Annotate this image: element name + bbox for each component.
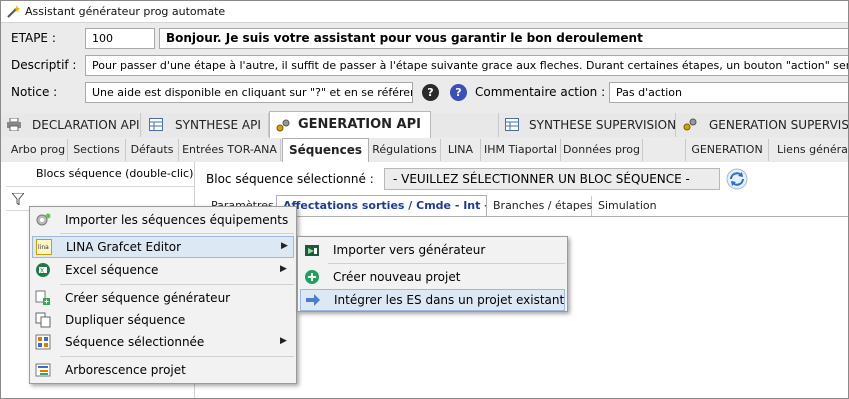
menu-item-excel-sequence[interactable]: X Excel séquence ▶	[32, 259, 294, 281]
menu-separator	[60, 284, 294, 285]
arrow-right-icon	[306, 294, 320, 306]
excel-icon: X	[36, 263, 50, 277]
subtab-ihm-tiaportal[interactable]: IHM Tiaportal	[481, 139, 561, 161]
menu-item-dupliquer-sequence[interactable]: Dupliquer séquence	[32, 309, 294, 331]
inner-tab-branches-etapes[interactable]: Branches / étapes	[487, 196, 592, 216]
submenu-arrow-icon: ▶	[280, 264, 287, 274]
plus-circle-icon	[305, 270, 319, 284]
notice-field: Une aide est disponible en cliquant sur …	[85, 82, 413, 103]
title-bar: Assistant générateur prog automate	[1, 1, 848, 23]
tab-declaration-api[interactable]: DECLARATION API	[1, 113, 141, 137]
svg-text:lina: lina	[38, 244, 49, 251]
subtab-entrees-tor-ana[interactable]: Entrées TOR-ANA	[179, 139, 281, 161]
menu-item-importer-sequences[interactable]: Importer les séquences équipements	[32, 209, 294, 231]
subtab-defauts[interactable]: Défauts	[126, 139, 179, 161]
filter-icon[interactable]	[12, 193, 24, 205]
create-sequence-icon	[35, 290, 50, 305]
menu-item-creer-sequence[interactable]: Créer séquence générateur	[32, 287, 294, 309]
tree-icon	[35, 363, 51, 377]
tab-generation-supervision[interactable]: GENERATION SUPERVISIO	[677, 113, 849, 137]
svg-text:X: X	[40, 268, 44, 275]
submenu-arrow-icon: ▶	[280, 336, 287, 346]
subtab-liens-generation[interactable]: Liens générati	[769, 139, 848, 161]
submenu-item-creer-nouveau-projet[interactable]: Créer nouveau projet	[300, 266, 565, 288]
subtab-lina[interactable]: LINA	[441, 139, 481, 161]
etape-number-field[interactable]: 100	[85, 28, 155, 49]
menu-item-arborescence-projet[interactable]: Arborescence projet	[32, 359, 294, 381]
selected-sequence-icon	[35, 334, 51, 350]
duplicate-icon	[35, 312, 51, 328]
etape-message-field: Bonjour. Je suis votre assistant pour vo…	[159, 28, 848, 49]
gears-icon	[276, 119, 290, 132]
lina-submenu: Importer vers générateur Créer nouveau p…	[297, 236, 568, 312]
menu-separator	[328, 263, 565, 264]
table-icon	[505, 118, 519, 131]
printer-icon	[7, 118, 21, 131]
subtab-generation[interactable]: GENERATION	[685, 139, 769, 161]
help-dark-icon[interactable]: ?	[422, 84, 439, 101]
notice-label: Notice :	[11, 85, 58, 99]
inner-tab-simulation[interactable]: Simulation	[592, 196, 662, 216]
subtab-sequences[interactable]: Séquences	[282, 138, 369, 163]
inner-tab-affectations[interactable]: Affectations sorties / Cmde - Int - ...	[276, 195, 487, 217]
commentaire-label: Commentaire action :	[475, 85, 606, 99]
submenu-arrow-icon: ▶	[281, 241, 288, 251]
subtab-regulations[interactable]: Régulations	[369, 139, 441, 161]
help-blue-icon[interactable]: ?	[450, 84, 467, 101]
tab-label: GENERATION API	[298, 117, 421, 132]
menu-item-lina-grafcet-editor[interactable]: lina LINA Grafcet Editor ▶	[32, 236, 294, 258]
tab-generation-api[interactable]: GENERATION API	[269, 111, 431, 138]
subtab-arbo-prog[interactable]: Arbo prog	[9, 139, 68, 161]
tab-synthese-supervision[interactable]: SYNTHESE SUPERVISION	[498, 113, 676, 137]
import-icon	[305, 245, 319, 256]
menu-item-sequence-selectionnee[interactable]: Séquence sélectionnée ▶	[32, 331, 294, 353]
table-icon	[149, 118, 163, 131]
lina-icon: lina	[36, 239, 52, 255]
tab-label: SYNTHESE API	[175, 118, 261, 132]
context-menu: Importer les séquences équipements lina …	[29, 206, 297, 384]
refresh-icon[interactable]	[726, 168, 748, 190]
commentaire-field: Pas d'action	[609, 82, 848, 103]
subtab-donnees-prog[interactable]: Données prog	[561, 139, 643, 161]
tab-label: DECLARATION API	[32, 118, 140, 132]
bloc-sequence-label: Bloc séquence sélectionné :	[206, 172, 374, 186]
gears-icon	[683, 118, 697, 131]
bloc-sequence-selector[interactable]: - VEUILLEZ SÉLECTIONNER UN BLOC SÉQUENCE…	[384, 168, 720, 190]
window-title: Assistant générateur prog automate	[25, 5, 226, 18]
etape-label: ETAPE :	[11, 31, 56, 45]
menu-separator	[60, 356, 294, 357]
sequence-blocks-header: Blocs séquence (double-clic)	[36, 167, 194, 180]
descriptif-label: Descriptif :	[11, 58, 77, 72]
submenu-item-integrer-es[interactable]: Intégrer les ES dans un projet existant	[300, 289, 565, 311]
app-window: Assistant générateur prog automate ETAPE…	[0, 0, 849, 399]
tab-label: GENERATION SUPERVISIO	[709, 118, 849, 132]
gear-icon	[36, 213, 51, 226]
tab-synthese-api[interactable]: SYNTHESE API	[141, 113, 269, 137]
header-divider	[6, 186, 194, 187]
submenu-item-importer-generateur[interactable]: Importer vers générateur	[300, 239, 565, 261]
tab-label: SYNTHESE SUPERVISION	[529, 118, 677, 132]
subtab-sections[interactable]: Sections	[68, 139, 126, 161]
menu-separator	[60, 233, 294, 234]
inner-tab-baseline	[205, 216, 848, 217]
descriptif-field: Pour passer d'une étape à l'autre, il su…	[85, 55, 848, 76]
wand-icon	[7, 5, 20, 18]
